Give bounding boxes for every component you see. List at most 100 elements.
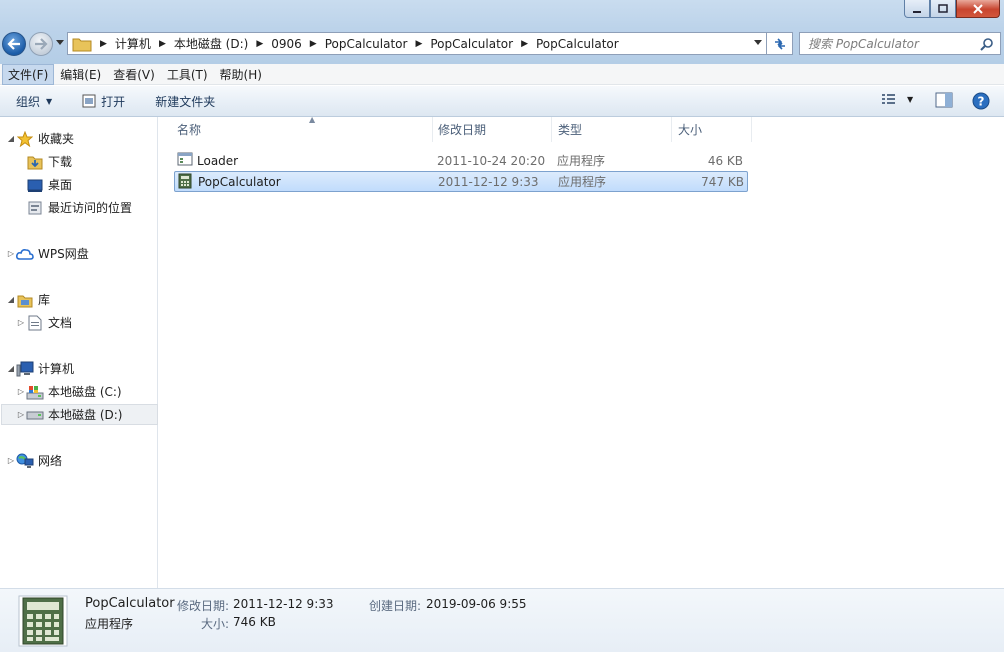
system-drive-icon bbox=[26, 384, 44, 400]
close-button[interactable] bbox=[956, 0, 1000, 18]
forward-arrow-icon bbox=[35, 38, 48, 50]
nav-library[interactable]: ◢ 库 bbox=[6, 289, 163, 310]
organize-label: 组织 bbox=[16, 94, 41, 109]
maximize-icon bbox=[938, 3, 948, 13]
star-icon bbox=[16, 130, 34, 147]
calculator-icon bbox=[178, 173, 192, 192]
menu-tools[interactable]: 工具(T) bbox=[161, 64, 214, 85]
chevron-down-icon: ▼ bbox=[46, 96, 53, 106]
library-icon bbox=[16, 292, 34, 308]
sort-ascending-icon: ▲ bbox=[309, 115, 316, 124]
details-file-kind: 应用程序 bbox=[85, 617, 134, 631]
collapse-icon[interactable]: ◢ bbox=[6, 364, 16, 373]
search-box bbox=[799, 32, 1001, 55]
menu-edit[interactable]: 编辑(E) bbox=[54, 64, 107, 85]
file-type: 应用程序 bbox=[558, 175, 607, 189]
column-header-name[interactable]: 名称 ▲ bbox=[171, 115, 433, 142]
expand-icon[interactable]: ▷ bbox=[6, 249, 16, 258]
command-bar: 组织 ▼ 打开 新建文件夹 ▼ ? bbox=[0, 86, 1004, 117]
open-button[interactable]: 打开 bbox=[82, 93, 125, 110]
details-modified-label: 修改日期: bbox=[177, 599, 230, 613]
menu-help[interactable]: 帮助(H) bbox=[214, 64, 268, 85]
nav-downloads-label: 下载 bbox=[48, 155, 73, 169]
help-button[interactable]: ? bbox=[972, 92, 990, 110]
expand-icon[interactable]: ▷ bbox=[16, 318, 26, 327]
address-dropdown-icon[interactable] bbox=[754, 40, 762, 46]
details-modified-value: 2011-12-12 9:33 bbox=[233, 597, 334, 611]
details-file-name: PopCalculator bbox=[85, 596, 175, 611]
file-modified: 2011-10-24 20:20 bbox=[437, 153, 546, 168]
details-size-value: 746 KB bbox=[233, 615, 276, 629]
minimize-button[interactable] bbox=[904, 0, 930, 18]
nav-wps[interactable]: ▷ WPS网盘 bbox=[6, 243, 163, 264]
new-folder-button[interactable]: 新建文件夹 bbox=[155, 93, 215, 110]
menu-file[interactable]: 文件(F) bbox=[2, 63, 55, 85]
document-icon bbox=[26, 315, 44, 331]
details-created-label: 创建日期: bbox=[369, 599, 422, 613]
folder-icon bbox=[72, 38, 92, 51]
organize-button[interactable]: 组织 ▼ bbox=[16, 93, 52, 110]
collapse-icon[interactable]: ◢ bbox=[6, 295, 16, 304]
expand-icon[interactable]: ▷ bbox=[6, 456, 16, 465]
recent-pages-dropdown-icon[interactable] bbox=[56, 40, 64, 46]
computer-icon bbox=[16, 361, 34, 377]
breadcrumb-popcalculator-3[interactable]: PopCalculator bbox=[536, 37, 619, 51]
file-name: PopCalculator bbox=[198, 174, 281, 189]
application-icon bbox=[177, 152, 193, 169]
maximize-button[interactable] bbox=[930, 0, 956, 18]
breadcrumb-0906[interactable]: 0906 bbox=[271, 37, 302, 51]
nav-favorites-label: 收藏夹 bbox=[38, 132, 75, 146]
preview-pane-icon bbox=[935, 92, 953, 108]
new-folder-label: 新建文件夹 bbox=[155, 94, 216, 109]
help-icon: ? bbox=[972, 92, 990, 110]
title-bar: ▶ 计算机 ▶ 本地磁盘 (D:) ▶ 0906 ▶ PopCalculator… bbox=[0, 0, 1004, 64]
desktop-icon bbox=[26, 177, 44, 193]
column-header-size[interactable]: 大小 bbox=[672, 117, 752, 142]
close-icon bbox=[973, 3, 983, 14]
nav-network[interactable]: ▷ 网络 bbox=[6, 450, 163, 471]
nav-favorites[interactable]: ◢ 收藏夹 bbox=[6, 128, 163, 149]
breadcrumb-popcalculator-2[interactable]: PopCalculator bbox=[430, 37, 513, 51]
svg-text:?: ? bbox=[978, 95, 985, 109]
file-row-loader[interactable]: Loader 2011-10-24 20:20 应用程序 46 KB bbox=[174, 150, 748, 171]
details-pane: PopCalculator 应用程序 修改日期: 2011-12-12 9:33… bbox=[0, 588, 1004, 652]
breadcrumb-computer[interactable]: 计算机 bbox=[115, 35, 151, 52]
file-row-popcalculator[interactable]: PopCalculator 2011-12-12 9:33 应用程序 747 K… bbox=[174, 171, 748, 192]
nav-computer-label: 计算机 bbox=[38, 362, 75, 376]
nav-recent-label: 最近访问的位置 bbox=[48, 201, 133, 215]
view-options-button[interactable]: ▼ bbox=[881, 92, 913, 106]
nav-documents[interactable]: ▷ 文档 bbox=[16, 312, 173, 333]
file-type: 应用程序 bbox=[557, 154, 606, 168]
nav-library-label: 库 bbox=[38, 293, 51, 307]
forward-button[interactable] bbox=[29, 32, 53, 56]
breadcrumb-drive-d[interactable]: 本地磁盘 (D:) bbox=[174, 35, 248, 52]
menu-view[interactable]: 查看(V) bbox=[107, 64, 161, 85]
refresh-button[interactable] bbox=[767, 32, 793, 55]
file-modified: 2011-12-12 9:33 bbox=[438, 174, 539, 189]
expand-icon[interactable]: ▷ bbox=[16, 387, 26, 396]
details-created-value: 2019-09-06 9:55 bbox=[426, 597, 527, 611]
breadcrumb-popcalculator-1[interactable]: PopCalculator bbox=[325, 37, 408, 51]
collapse-icon[interactable]: ◢ bbox=[6, 134, 16, 143]
refresh-icon bbox=[774, 37, 785, 50]
file-name: Loader bbox=[197, 153, 239, 168]
open-label: 打开 bbox=[101, 94, 126, 109]
preview-pane-button[interactable] bbox=[935, 92, 953, 108]
column-header-modified[interactable]: 修改日期 bbox=[432, 117, 552, 142]
address-bar[interactable]: ▶ 计算机 ▶ 本地磁盘 (D:) ▶ 0906 ▶ PopCalculator… bbox=[67, 32, 767, 55]
expand-icon[interactable]: ▷ bbox=[16, 410, 26, 419]
nav-drive-c[interactable]: ▷ 本地磁盘 (C:) bbox=[16, 381, 173, 402]
window-controls bbox=[904, 0, 1000, 18]
file-size: 747 KB bbox=[701, 174, 744, 189]
back-button[interactable] bbox=[2, 32, 26, 56]
details-size-label: 大小: bbox=[201, 617, 230, 631]
menu-bar: 文件(F) 编辑(E) 查看(V) 工具(T) 帮助(H) bbox=[0, 63, 1004, 85]
nav-drive-d[interactable]: ▷ 本地磁盘 (D:) bbox=[1, 404, 158, 425]
nav-computer[interactable]: ◢ 计算机 bbox=[6, 358, 163, 379]
file-size: 46 KB bbox=[707, 153, 743, 168]
column-header-type[interactable]: 类型 bbox=[552, 117, 672, 142]
search-input[interactable] bbox=[808, 36, 978, 51]
search-icon[interactable] bbox=[980, 37, 994, 51]
view-details-icon bbox=[882, 94, 895, 104]
nav-drive-d-label: 本地磁盘 (D:) bbox=[48, 408, 123, 422]
